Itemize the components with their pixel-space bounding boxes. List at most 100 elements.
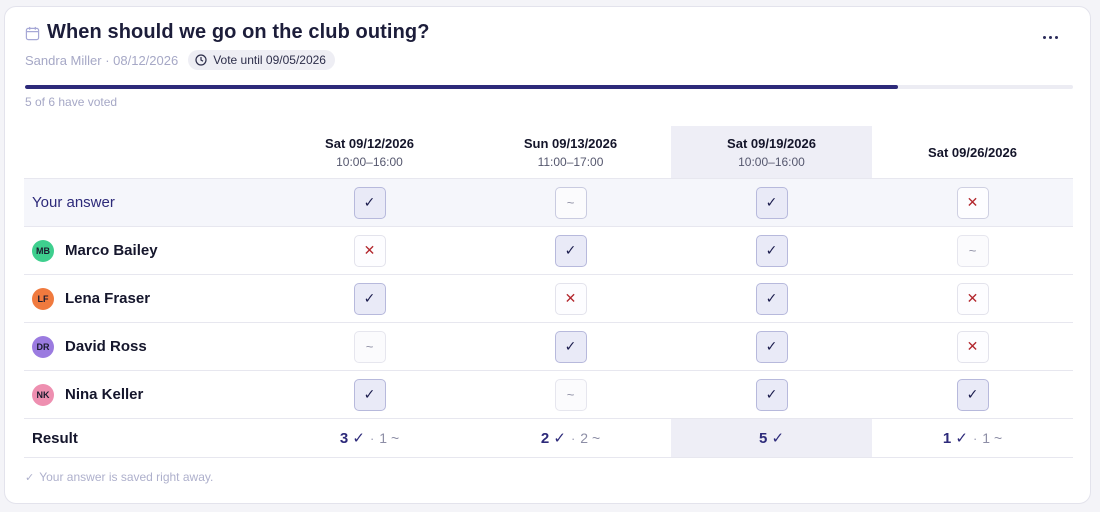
date-head: Sat 09/12/2026 10:00–16:00: [325, 136, 414, 169]
answer-yes-icon: ✓: [956, 378, 989, 411]
check-icon: ✓: [25, 471, 35, 484]
participant-row: NK Nina Keller ✓ ~ ✓ ✓: [24, 371, 1073, 419]
answer-maybe-icon: ~: [554, 378, 587, 411]
answer-yes-icon: ✓: [755, 330, 788, 363]
participant-name-cell: MB Marco Bailey: [24, 227, 269, 274]
participant-answer-cell: ✓: [671, 371, 872, 418]
time-label: 11:00–17:00: [537, 154, 604, 169]
date-label: Sat 09/12/2026: [325, 135, 414, 151]
avatar: MB: [32, 239, 54, 262]
answer-no-icon[interactable]: ✕: [956, 186, 989, 219]
result-value: 5 ✓: [759, 429, 784, 447]
answer-no-icon: ✕: [956, 330, 989, 363]
participant-answer-cell: ✓: [671, 275, 872, 322]
participant-answer-cell: ✕: [470, 275, 671, 322]
participant-answer-cell: ✓: [269, 275, 470, 322]
date-label: Sat 09/26/2026: [928, 144, 1017, 160]
result-label: Result: [32, 429, 78, 447]
time-label: 10:00–16:00: [336, 154, 403, 169]
result-cell: 5 ✓: [671, 419, 872, 457]
participant-answer-cell: ✓: [671, 323, 872, 370]
vote-deadline-badge: Vote until 09/05/2026: [188, 50, 335, 70]
answer-maybe-icon[interactable]: ~: [554, 186, 587, 219]
result-maybe-count: 2 ~: [580, 430, 601, 446]
title-row: When should we go on the club outing?: [25, 21, 430, 44]
participant-answer-cell: ~: [470, 371, 671, 418]
date-column-header: Sun 09/13/2026 11:00–17:00: [470, 126, 671, 178]
your-answer-label: Your answer: [32, 194, 115, 211]
result-yes-count: 1 ✓: [942, 430, 968, 447]
participant-row: LF Lena Fraser ✓ ✕ ✓ ✕: [24, 275, 1073, 323]
answer-yes-icon: ✓: [353, 378, 386, 411]
answer-no-icon: ✕: [956, 282, 989, 315]
answer-yes-icon: ✓: [554, 330, 587, 363]
your-answer-cell: ✕: [872, 179, 1073, 226]
calendar-icon: [25, 26, 40, 40]
participant-name-cell: NK Nina Keller: [24, 371, 269, 418]
result-value: 3 ✓ · 1 ~: [340, 429, 399, 447]
poll-card: When should we go on the club outing? Sa…: [4, 6, 1091, 504]
more-options-icon[interactable]: [1038, 27, 1062, 47]
date-head: Sat 09/19/2026 10:00–16:00: [727, 136, 816, 169]
date-label: Sat 09/19/2026: [727, 135, 816, 151]
participant-answer-cell: ✕: [872, 275, 1073, 322]
result-separator: ·: [972, 431, 978, 446]
participant-name: David Ross: [65, 338, 147, 355]
voted-count: 5 of 6 have voted: [25, 95, 118, 109]
date-column-header: Sat 09/12/2026 10:00–16:00: [269, 126, 470, 178]
meta-row: Sandra Miller · 08/12/2026 Vote until 09…: [25, 50, 335, 70]
result-value: 2 ✓ · 2 ~: [541, 429, 600, 447]
result-separator: ·: [570, 431, 576, 446]
vote-progress-fill: [25, 85, 898, 89]
date-label: Sun 09/13/2026: [523, 135, 618, 151]
participant-answer-cell: ✓: [470, 227, 671, 274]
poll-title: When should we go on the club outing?: [47, 21, 430, 43]
header-spacer: [24, 126, 269, 178]
vote-deadline-text: Vote until 09/05/2026: [213, 53, 326, 67]
result-maybe-count: 1 ~: [379, 430, 400, 446]
participant-answer-cell: ✓: [470, 323, 671, 370]
participant-row: DR David Ross ~ ✓ ✓ ✕: [24, 323, 1073, 371]
result-yes-count: 5 ✓: [758, 430, 785, 447]
answer-yes-icon: ✓: [353, 282, 386, 315]
participant-row: MB Marco Bailey ✕ ✓ ✓ ~: [24, 227, 1073, 275]
poll-grid: Sat 09/12/2026 10:00–16:00 Sun 09/13/2026 1…: [24, 126, 1073, 458]
answer-yes-icon[interactable]: ✓: [755, 186, 788, 219]
result-cell: 1 ✓ · 1 ~: [872, 419, 1073, 457]
footer-note: ✓ Your answer is saved right away.: [25, 470, 213, 484]
date-column-header: Sat 09/26/2026: [872, 126, 1073, 178]
participant-name-cell: LF Lena Fraser: [24, 275, 269, 322]
vote-progress-bar: [25, 85, 1073, 89]
poll-author-date: Sandra Miller · 08/12/2026: [25, 52, 179, 68]
participant-name: Nina Keller: [65, 386, 144, 403]
header-row: Sat 09/12/2026 10:00–16:00 Sun 09/13/2026 1…: [24, 126, 1073, 179]
avatar: NK: [32, 383, 54, 406]
date-head: Sun 09/13/2026 11:00–17:00: [524, 136, 617, 169]
result-row: Result 3 ✓ · 1 ~ 2 ✓ · 2 ~ 5 ✓ 1 ✓ · 1 ~: [24, 419, 1073, 458]
participant-name-cell: DR David Ross: [24, 323, 269, 370]
participant-answer-cell: ✓: [671, 227, 872, 274]
result-label-cell: Result: [24, 419, 269, 457]
answer-yes-icon: ✓: [755, 282, 788, 315]
date-head: Sat 09/26/2026: [928, 145, 1017, 160]
answer-maybe-icon: ~: [956, 234, 989, 267]
your-answer-cell: ~: [470, 179, 671, 226]
answer-no-icon: ✕: [554, 282, 587, 315]
participant-answer-cell: ✕: [872, 323, 1073, 370]
avatar: DR: [32, 335, 54, 358]
date-column-header: Sat 09/19/2026 10:00–16:00: [671, 126, 872, 178]
your-answer-cell: ✓: [671, 179, 872, 226]
footer-note-text: Your answer is saved right away.: [39, 470, 214, 484]
answer-no-icon: ✕: [353, 234, 386, 267]
result-yes-count: 2 ✓: [540, 430, 566, 447]
answer-maybe-icon: ~: [353, 330, 386, 363]
participant-answer-cell: ✕: [269, 227, 470, 274]
answer-yes-icon: ✓: [554, 234, 587, 267]
participant-name: Marco Bailey: [65, 242, 158, 259]
avatar: LF: [32, 287, 54, 310]
result-yes-count: 3 ✓: [339, 430, 365, 447]
participant-answer-cell: ~: [872, 227, 1073, 274]
answer-yes-icon: ✓: [755, 234, 788, 267]
participant-name: Lena Fraser: [65, 290, 151, 307]
answer-yes-icon[interactable]: ✓: [353, 186, 386, 219]
